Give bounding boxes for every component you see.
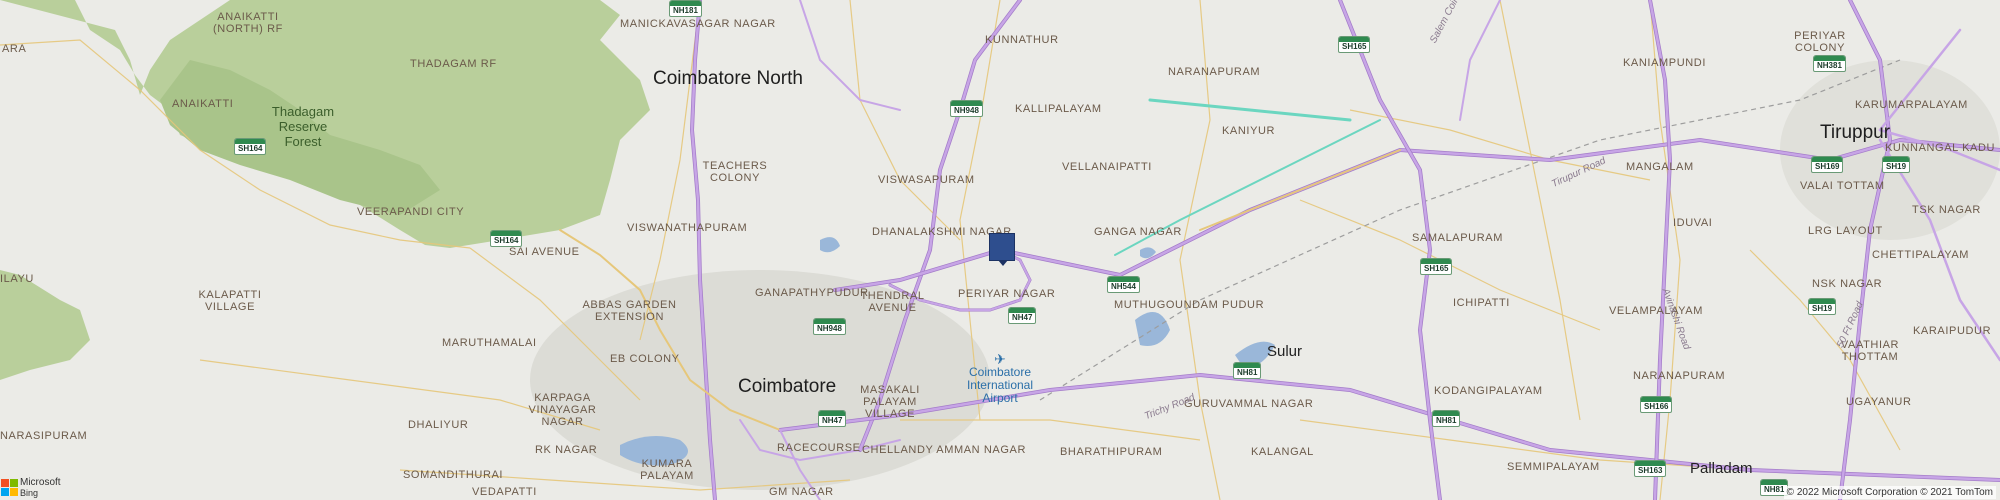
map-canvas[interactable]: Coimbatore North Coimbatore Tiruppur Sul…: [0, 0, 2000, 500]
locality-label-viswasapuram: VISWASAPURAM: [878, 174, 975, 186]
locality-label-anaikatti: ANAIKATTI: [172, 98, 234, 110]
locality-label-somandithurai: SOMANDITHURAI: [403, 469, 504, 481]
logo-square-icon: [1, 479, 9, 487]
forest-label-thadagam-reserve-forest: Thadagam Reserve Forest: [271, 104, 335, 149]
highway-shield-nh81-south: NH81: [1432, 410, 1461, 427]
locality-label-thendral-avenue: THENDRAL AVENUE: [860, 290, 925, 314]
locality-label-thadagam-rf: THADAGAM RF: [410, 58, 497, 70]
locality-label-velampalayam: VELAMPALAYAM: [1609, 305, 1704, 317]
locality-label-ichipatti: ICHIPATTI: [1453, 297, 1510, 309]
forest-area-west: [0, 270, 90, 380]
locality-label-eb-colony: EB COLONY: [610, 353, 680, 365]
lake: [820, 237, 840, 253]
locality-label-kunnathur: KUNNATHUR: [985, 34, 1059, 46]
town-label-palladam: Palladam: [1690, 460, 1753, 477]
highway-shield-sh164-west: SH164: [490, 230, 523, 247]
highway-shield-nh181-top: NH181: [669, 0, 702, 17]
locality-label-muthugoundam-pudur: MUTHUGOUNDAM PUDUR: [1114, 299, 1265, 311]
locality-label-semmipalayam: SEMMIPALAYAM: [1507, 461, 1600, 473]
locality-label-karumarpalayam: KARUMARPALAYAM: [1855, 99, 1968, 111]
logo-square-icon: [10, 488, 18, 496]
logo-square-icon: [10, 479, 18, 487]
locality-label-valai-tottam: VALAI TOTTAM: [1800, 180, 1885, 192]
locality-label-karaipudur: KARAIPUDUR: [1913, 325, 1992, 337]
locality-label-narasipuram: NARASIPURAM: [0, 430, 88, 442]
locality-label-guruvammal-nagar: GURUVAMMAL NAGAR: [1184, 398, 1314, 410]
locality-label-kumara-palayam: KUMARA PALAYAM: [640, 458, 694, 482]
locality-label-ara: ARA: [2, 43, 27, 55]
locality-label-kunnangal-kadu: KUNNANGAL KADU: [1885, 142, 1996, 154]
locality-label-kalangal: KALANGAL: [1251, 446, 1314, 458]
highway-shield-nh948-south: NH948: [813, 318, 846, 335]
locality-label-manickavasagar-nagar: MANICKAVASAGAR NAGAR: [620, 18, 776, 30]
locality-label-naranapuram: NARANAPURAM: [1168, 66, 1261, 78]
city-label-tiruppur: Tiruppur: [1820, 122, 1891, 143]
highway-shield-sh19-south: SH19: [1808, 298, 1837, 315]
copyright-attribution[interactable]: © 2022 Microsoft Corporation © 2021 TomT…: [1783, 486, 1996, 499]
locality-label-bharathipuram: BHARATHIPURAM: [1060, 446, 1163, 458]
city-label-coimbatore-north: Coimbatore North: [653, 68, 803, 89]
locality-label-ganga-nagar: GANGA NAGAR: [1094, 226, 1182, 238]
locality-label-racecourse: RACECOURSE: [777, 442, 861, 454]
highway-shield-nh381: NH381: [1813, 55, 1846, 72]
locality-label-mangalam: MANGALAM: [1626, 161, 1694, 173]
locality-label-naranapuram-2: NARANAPURAM: [1633, 370, 1726, 382]
locality-label-ilayu: ILAYU: [0, 273, 34, 285]
highway-shield-nh47-south: NH47: [818, 410, 847, 427]
locality-label-vedapatti: VEDAPATTI: [472, 486, 537, 498]
lake: [1135, 312, 1170, 346]
locality-label-samalapuram: SAMALAPURAM: [1412, 232, 1503, 244]
highway-shield-nh81-sulur: NH81: [1233, 362, 1262, 379]
city-label-coimbatore: Coimbatore: [738, 376, 837, 397]
locality-label-periyar-colony: PERIYAR COLONY: [1794, 30, 1846, 54]
highway-shield-nh47-airport: NH47: [1008, 307, 1037, 324]
locality-label-chellandy-amman-nagar: CHELLANDY AMMAN NAGAR: [862, 444, 1026, 456]
highway-shield-sh163: SH163: [1634, 460, 1667, 477]
locality-label-periyar-nagar: PERIYAR NAGAR: [958, 288, 1056, 300]
locality-label-masakali-palayam-village: MASAKALI PALAYAM VILLAGE: [860, 384, 920, 420]
locality-label-kodangipalayam: KODANGIPALAYAM: [1434, 385, 1543, 397]
airport-name: Coimbatore International Airport: [966, 365, 1034, 405]
highway-shield-nh544: NH544: [1107, 276, 1140, 293]
locality-label-gm-nagar: GM NAGAR: [769, 486, 834, 498]
locality-label-viswanathapuram: VISWANATHAPURAM: [627, 222, 748, 234]
airplane-icon: ✈: [994, 351, 1006, 367]
logo-square-icon: [1, 488, 9, 496]
town-label-sulur: Sulur: [1267, 343, 1303, 360]
locality-label-chettipalayam: CHETTIPALAYAM: [1872, 249, 1970, 261]
highway-shield-sh169: SH169: [1811, 156, 1844, 173]
locality-label-maruthamalai: MARUTHAMALAI: [442, 337, 537, 349]
locality-label-kaniyur: KANIYUR: [1222, 125, 1276, 137]
logo-microsoft-text: Microsoft: [20, 477, 61, 488]
highway-shield-sh165-mid: SH165: [1420, 258, 1453, 275]
locality-label-anaikatti-north: ANAIKATTI (NORTH) RF: [213, 11, 283, 35]
locality-label-kalapatti-village: KALAPATTI VILLAGE: [198, 289, 262, 313]
highway-shield-sh19-tiruppur: SH19: [1882, 156, 1911, 173]
locality-label-kallipalayam: KALLIPALAYAM: [1015, 103, 1102, 115]
logo-bing-text: Bing: [20, 488, 39, 498]
airport-label[interactable]: ✈ Coimbatore International Airport: [955, 352, 1045, 405]
locality-label-iduvai: IDUVAI: [1673, 217, 1713, 229]
location-pin-icon[interactable]: [989, 233, 1015, 266]
locality-label-karpaga-vinayagar-nagar: KARPAGA VINAYAGAR NAGAR: [528, 392, 597, 428]
highway-shield-sh165-top: SH165: [1338, 36, 1371, 53]
locality-label-vellanaipatti: VELLANAIPATTI: [1062, 161, 1152, 173]
locality-label-sai-avenue: SAI AVENUE: [509, 246, 580, 258]
highway-shield-sh166: SH166: [1640, 396, 1673, 413]
locality-label-tsk-nagar: TSK NAGAR: [1912, 204, 1981, 216]
locality-label-rk-nagar: RK NAGAR: [535, 444, 598, 456]
locality-label-dhaliyur: DHALIYUR: [408, 419, 469, 431]
locality-label-nsk-nagar: NSK NAGAR: [1812, 278, 1883, 290]
locality-label-teachers-colony: TEACHERS COLONY: [702, 160, 768, 184]
locality-label-abbas-garden-extension: ABBAS GARDEN EXTENSION: [582, 299, 677, 323]
locality-label-lrg-layout: LRG LAYOUT: [1808, 225, 1883, 237]
highway-shield-sh164-forest: SH164: [234, 138, 267, 155]
locality-label-ganapathypudur: GANAPATHYPUDUR: [755, 287, 869, 299]
locality-label-veerapandi-city: VEERAPANDI CITY: [357, 206, 465, 218]
highway-shield-nh948-north: NH948: [950, 100, 983, 117]
locality-label-ugayanur: UGAYANUR: [1846, 396, 1912, 408]
bing-logo[interactable]: Microsoft Bing: [0, 477, 70, 500]
locality-label-kaniampundi: KANIAMPUNDI: [1623, 57, 1706, 69]
